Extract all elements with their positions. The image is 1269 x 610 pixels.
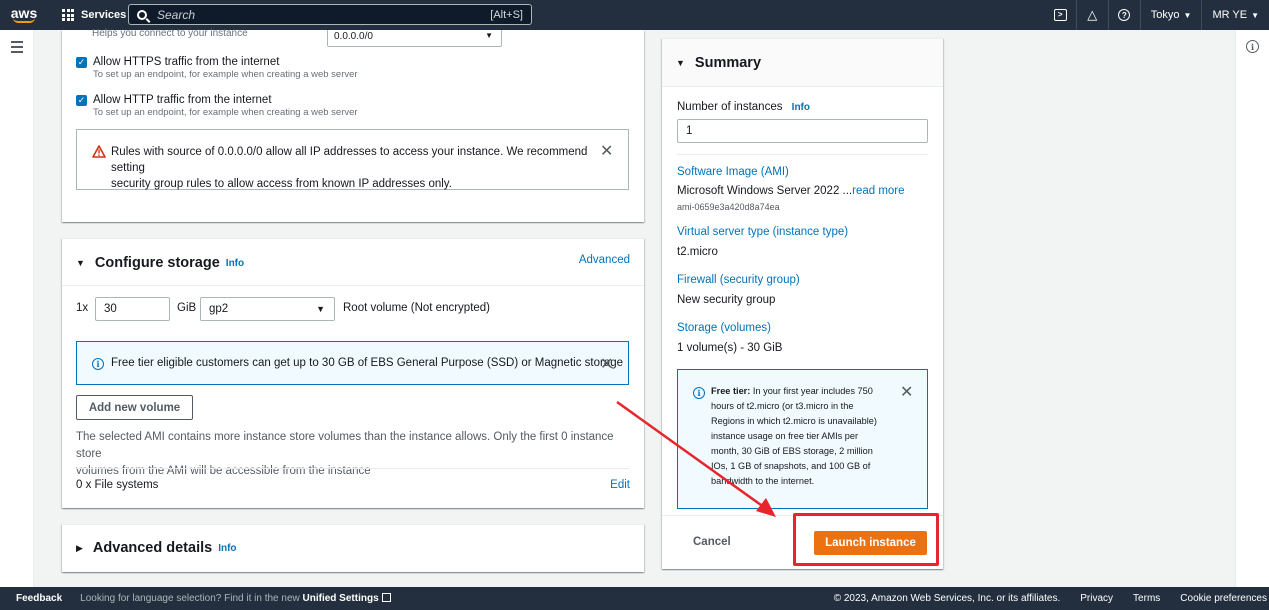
- firewall-label[interactable]: Firewall (security group): [677, 274, 800, 286]
- collapse-icon: ▼: [76, 258, 85, 268]
- instances-info-link[interactable]: Info: [792, 102, 810, 113]
- divider: [677, 154, 928, 155]
- ami-label[interactable]: Software Image (AMI): [677, 166, 789, 178]
- caret-down-icon: ▼: [316, 304, 325, 314]
- ami-volume-note: The selected AMI contains more instance …: [76, 431, 614, 477]
- nav-right: > △ ? Tokyo ▼ MR YE ▼: [1045, 0, 1269, 30]
- account-menu[interactable]: MR YE ▼: [1202, 0, 1269, 30]
- http-checkbox[interactable]: ✓: [76, 95, 87, 106]
- feedback-link[interactable]: Feedback: [0, 593, 80, 604]
- footer-links: © 2023, Amazon Web Services, Inc. or its…: [834, 593, 1267, 604]
- summary-header[interactable]: ▼ Summary: [662, 39, 943, 87]
- divider: [62, 285, 644, 286]
- ami-id: ami-0659e3a420d8a74ea: [677, 202, 780, 212]
- caret-down-icon: ▼: [1251, 10, 1259, 20]
- collapse-icon: ▼: [676, 57, 685, 68]
- firewall-value: New security group: [677, 294, 776, 306]
- aws-smile-icon: [13, 18, 35, 23]
- instance-type-label[interactable]: Virtual server type (instance type): [677, 226, 848, 238]
- file-systems-label: 0 x File systems: [76, 479, 159, 491]
- expand-icon: ▶: [76, 542, 83, 553]
- advanced-link[interactable]: Advanced: [579, 254, 630, 266]
- free-tier-storage-alert: i Free tier eligible customers can get u…: [76, 341, 629, 385]
- unified-settings-link[interactable]: Unified Settings: [303, 593, 379, 604]
- external-link-icon: [381, 593, 391, 602]
- grid-icon: [62, 9, 74, 21]
- read-more-link[interactable]: read more: [852, 185, 904, 197]
- instances-label: Number of instances Info: [677, 101, 810, 113]
- close-icon[interactable]: ✕: [600, 141, 613, 160]
- volume-count: 1x: [76, 302, 89, 314]
- page-footer: Feedback Looking for language selection?…: [0, 587, 1269, 610]
- security-warning-alert: Rules with source of 0.0.0.0/0 allow all…: [76, 129, 629, 190]
- info-icon: i: [92, 358, 104, 370]
- close-icon[interactable]: ✕: [900, 382, 913, 401]
- https-checkbox[interactable]: ✓: [76, 57, 87, 68]
- terms-link[interactable]: Terms: [1133, 593, 1160, 604]
- volume-type-select[interactable]: gp2 ▼: [200, 297, 335, 321]
- caret-down-icon: ▼: [485, 31, 493, 40]
- launch-instance-button[interactable]: Launch instance: [814, 531, 927, 555]
- help-button[interactable]: ?: [1109, 0, 1141, 30]
- menu-icon[interactable]: [11, 41, 23, 56]
- free-tier-text: Free tier: In your first year includes 7…: [711, 386, 877, 486]
- search-shortcut: [Alt+S]: [490, 8, 523, 21]
- help-icon: ?: [1118, 9, 1131, 21]
- summary-footer: Cancel Launch instance: [662, 515, 943, 570]
- storage-title: Configure storage: [94, 255, 220, 271]
- bell-icon: △: [1087, 7, 1098, 22]
- summary-panel: ▼ Summary Number of instances Info 1 Sof…: [662, 38, 943, 569]
- storage-value: 1 volume(s) - 30 GiB: [677, 342, 783, 354]
- search-input[interactable]: [157, 7, 491, 22]
- volume-size-input[interactable]: 30: [95, 297, 170, 321]
- root-volume-label: Root volume (Not encrypted): [343, 302, 491, 314]
- number-of-instances-input[interactable]: 1: [677, 119, 928, 143]
- network-settings-panel: Helps you connect to your instance 0.0.0…: [62, 28, 644, 222]
- storage-header[interactable]: ▼ Configure storage Info: [76, 255, 244, 271]
- search-box[interactable]: [Alt+S]: [128, 4, 532, 25]
- advanced-details-header[interactable]: ▶ Advanced details Info: [76, 540, 237, 556]
- instance-type-value: t2.micro: [677, 246, 718, 258]
- storage-label[interactable]: Storage (volumes): [677, 322, 771, 334]
- aws-logo[interactable]: aws: [0, 0, 48, 30]
- divider: [76, 468, 629, 469]
- copyright: © 2023, Amazon Web Services, Inc. or its…: [833, 593, 1061, 604]
- configure-storage-panel: ▼ Configure storage Info Advanced 1x 30 …: [62, 238, 644, 508]
- ssh-subtitle: Helps you connect to your instance: [92, 28, 248, 39]
- left-rail: [0, 30, 34, 587]
- right-rail: i: [1235, 30, 1269, 587]
- cancel-button[interactable]: Cancel: [693, 536, 731, 548]
- add-new-volume-button[interactable]: Add new volume: [76, 395, 193, 420]
- cloudshell-icon: >: [1053, 9, 1067, 21]
- cloudshell-button[interactable]: >: [1045, 0, 1077, 30]
- search-icon: [137, 9, 147, 20]
- info-panel-icon[interactable]: i: [1246, 40, 1259, 53]
- top-navigation: aws Services [Alt+S] > △ ? Tokyo▼ MR YE▼: [0, 0, 1269, 30]
- warning-icon: [92, 145, 106, 158]
- caret-down-icon: ▼: [1183, 10, 1192, 20]
- region-selector[interactable]: Tokyo ▼: [1141, 0, 1203, 30]
- notifications-button[interactable]: △: [1077, 0, 1109, 30]
- http-checkbox-row[interactable]: ✓ Allow HTTP traffic from the internet T…: [76, 94, 358, 118]
- advanced-details-panel: ▶ Advanced details Info: [62, 524, 644, 572]
- privacy-link[interactable]: Privacy: [1080, 593, 1113, 604]
- size-unit: GiB: [177, 302, 197, 314]
- info-icon: i: [693, 387, 705, 399]
- source-ip-select[interactable]: 0.0.0.0/0 ▼: [327, 30, 502, 47]
- edit-file-systems-link[interactable]: Edit: [610, 479, 630, 491]
- https-checkbox-row[interactable]: ✓ Allow HTTPS traffic from the internet …: [76, 56, 358, 80]
- ami-value: Microsoft Windows Server 2022 ...read mo…: [677, 185, 905, 197]
- free-tier-info-box: i Free tier: In your first year includes…: [677, 369, 928, 509]
- services-menu-button[interactable]: Services: [62, 0, 126, 30]
- cookie-preferences-link[interactable]: Cookie preferences: [1180, 593, 1267, 604]
- storage-info-link[interactable]: Info: [226, 258, 244, 269]
- language-note: Looking for language selection? Find it …: [80, 593, 391, 604]
- advanced-info-link[interactable]: Info: [218, 543, 236, 554]
- close-icon[interactable]: ✕: [600, 354, 613, 373]
